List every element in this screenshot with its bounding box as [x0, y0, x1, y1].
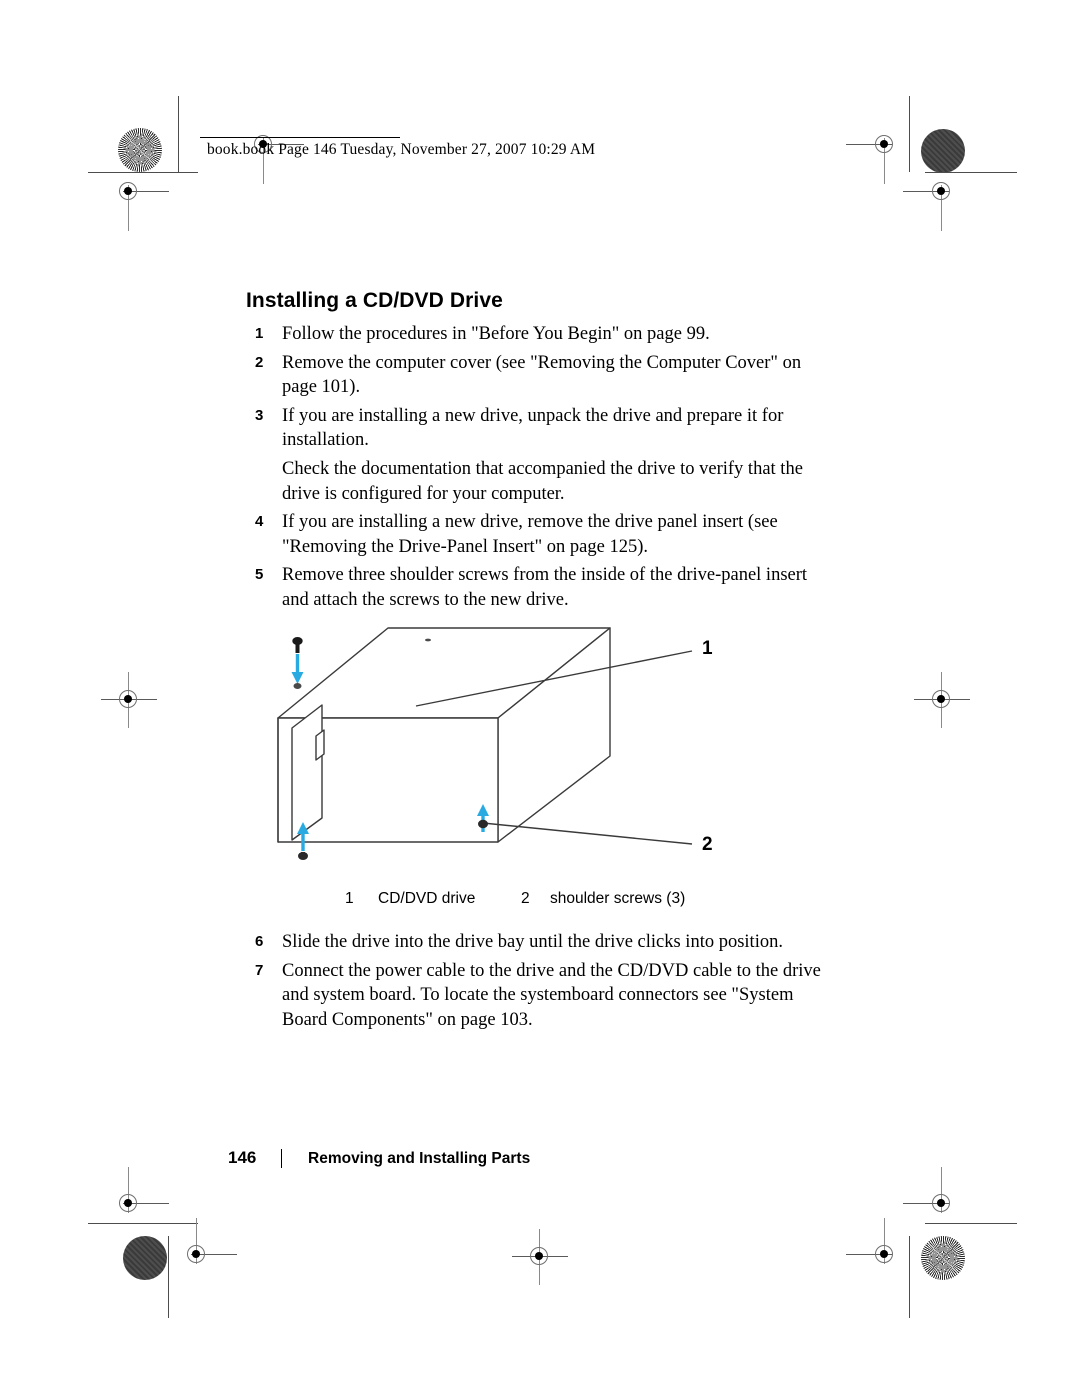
trim-line-lower-left-horizontal: [88, 1223, 198, 1224]
registration-mark-bottom-right: [846, 1218, 902, 1272]
trim-line-bottom-right-vertical: [909, 1236, 910, 1318]
step-text: Slide the drive into the drive bay until…: [282, 932, 783, 952]
figure-callout-1: 1: [702, 638, 713, 659]
top-face-detail-dot: [425, 638, 431, 642]
procedure-steps-upper: 1 Follow the procedures in "Before You B…: [246, 322, 826, 617]
registration-mark-mid-left: [101, 672, 157, 728]
legend-number-1: 1: [345, 890, 354, 907]
registration-mark-top-right: [846, 128, 902, 184]
shoulder-screw-top: [291, 637, 304, 689]
step-item: 6 Slide the drive into the drive bay unt…: [246, 930, 826, 955]
step-text: If you are installing a new drive, remov…: [282, 512, 778, 557]
step-number: 2: [255, 353, 264, 371]
legend-label-2: shoulder screws (3): [550, 890, 686, 907]
step-number: 4: [255, 513, 264, 531]
halftone-target-top-left: [118, 128, 162, 172]
slug-rule: [200, 137, 400, 138]
halftone-target-bottom-right: [921, 1236, 965, 1280]
registration-mark-lower-right: [903, 1167, 959, 1221]
step-number: 3: [255, 406, 264, 424]
step-text: Follow the procedures in "Before You Beg…: [282, 324, 710, 344]
step-text: Remove three shoulder screws from the in…: [282, 565, 808, 610]
legend-label-1: CD/DVD drive: [378, 890, 476, 907]
step-text: If you are installing a new drive, unpac…: [282, 405, 784, 451]
page-slug: book.book Page 146 Tuesday, November 27,…: [207, 141, 596, 158]
halftone-target-top-right: [921, 129, 965, 173]
step-number: 7: [255, 961, 264, 979]
page-title: Installing a CD/DVD Drive: [246, 289, 503, 312]
trim-line-upper-right-horizontal: [925, 172, 1017, 173]
step-number: 1: [255, 325, 264, 342]
step-item: 5 Remove three shoulder screws from the …: [246, 563, 826, 612]
halftone-target-bottom-left: [123, 1236, 167, 1280]
step-number: 6: [255, 933, 264, 950]
registration-mark-mid-right: [914, 672, 970, 728]
registration-mark-bottom-center: [512, 1229, 568, 1285]
trim-line-upper-left-horizontal: [88, 172, 198, 173]
procedure-steps-lower: 6 Slide the drive into the drive bay unt…: [246, 930, 826, 1036]
trim-line-top-right-vertical: [909, 96, 910, 172]
step-text: Connect the power cable to the drive and…: [282, 960, 821, 1030]
legend-number-2: 2: [521, 890, 530, 907]
step-text: Remove the computer cover (see "Removing…: [282, 352, 802, 398]
registration-mark-lower-left: [112, 1167, 169, 1221]
step-continuation-text: Check the documentation that accompanied…: [282, 458, 803, 504]
step-item: 4 If you are installing a new drive, rem…: [246, 510, 826, 559]
step-item: 3 If you are installing a new drive, unp…: [246, 404, 826, 453]
trim-line-bottom-left-vertical: [168, 1236, 169, 1318]
step-number: 5: [255, 566, 264, 584]
footer-page-number: 146: [228, 1148, 257, 1167]
footer-divider: [281, 1149, 282, 1168]
figure-cd-dvd-drive: 1 2: [240, 608, 840, 908]
figure-callout-2: 2: [702, 834, 713, 855]
trim-line-top-left-vertical: [178, 96, 179, 172]
registration-mark-upper-right: [903, 175, 959, 231]
footer-chapter-label: Removing and Installing Parts: [308, 1150, 531, 1167]
step-item: 2 Remove the computer cover (see "Removi…: [246, 351, 826, 400]
registration-mark-bottom-left: [180, 1218, 237, 1272]
step-item: 7 Connect the power cable to the drive a…: [246, 959, 826, 1033]
step-item: 1 Follow the procedures in "Before You B…: [246, 322, 826, 347]
registration-mark-upper-left: [112, 175, 169, 231]
trim-line-lower-right-horizontal: [925, 1223, 1017, 1224]
